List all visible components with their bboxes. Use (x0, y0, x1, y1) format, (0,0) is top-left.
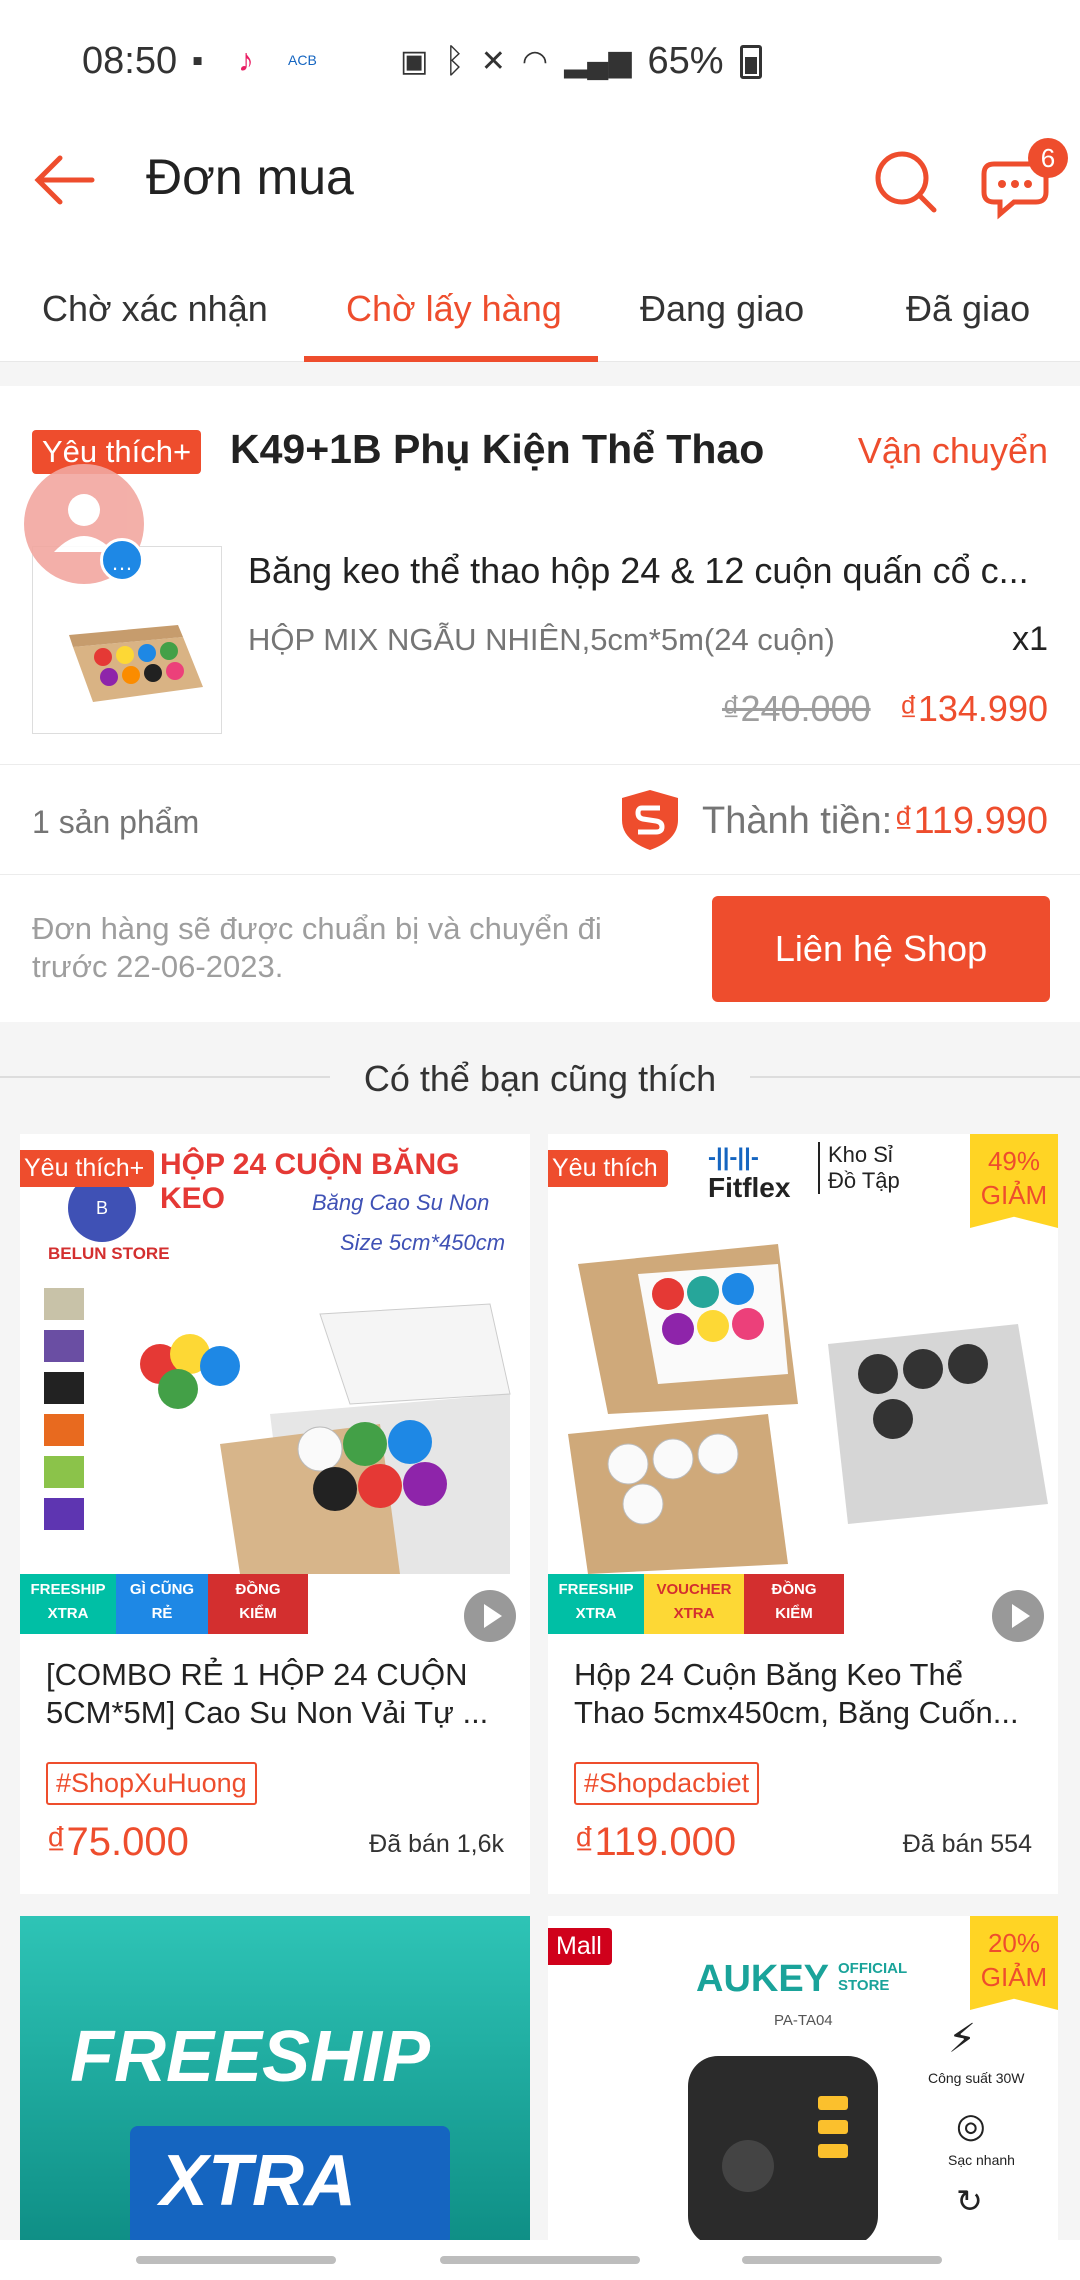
chat-button[interactable]: 6 (980, 138, 1068, 224)
recommend-header: Có thể bạn cũng thích (0, 1040, 1080, 1120)
chat-badge: 6 (1028, 138, 1068, 178)
feature-power: Công suất 30W (928, 2070, 1025, 2086)
battery-percent: 65% (647, 40, 724, 82)
rotate-icon: ↻ (956, 2183, 983, 2219)
image-store: OFFICIAL STORE (838, 1960, 907, 1994)
recommend-title: Có thể bạn cũng thích (363, 1058, 717, 1099)
product-card[interactable]: Mall 20% GIẢM AUKEY OFFICIAL STORE PA-TA… (548, 1916, 1058, 2240)
tab-dang-giao[interactable]: Đang giao (640, 288, 804, 330)
back-arrow-icon[interactable] (30, 150, 100, 210)
product-tag: #Shopdacbiet (574, 1762, 760, 1805)
product-card[interactable]: HỘP 24 CUỘN BĂNG KEO B BELUN STORE Băng … (20, 1134, 530, 1894)
product-tag: #ShopXuHuong (46, 1762, 257, 1805)
feature-fast-charge: Sạc nhanh (948, 2152, 1015, 2168)
product-variant: HỘP MIX NGẪU NHIÊN,5cm*5m(24 cuộn) (248, 622, 835, 657)
promo-strip: FREESHIP XTRA VOUCHER XTRA ĐỒNG KIỂM (548, 1574, 844, 1634)
strip-dong-kiem: ĐỒNG KIỂM (744, 1574, 844, 1634)
image-store: BELUN STORE (48, 1244, 170, 1263)
message-bubble-icon: … (100, 538, 144, 582)
total-label: Thành tiền: (702, 800, 893, 842)
product-old-price: ₫240.000 (722, 688, 871, 729)
sold-count: Đã bán 1,6k (369, 1830, 504, 1858)
image-sub: Kho Sỉ Đồ Tập (818, 1142, 918, 1194)
mute-icon: ✕ (480, 45, 506, 78)
image-sub: Băng Cao Su Non (312, 1190, 490, 1215)
favorite-badge: Yêu thích (548, 1150, 668, 1187)
product-title: Hộp 24 Cuộn Băng Keo Thể Thao 5cmx450cm,… (574, 1657, 1019, 1730)
status-bar: 08:50 ▪ ♪ ACB ▣ ᛒ ✕ ◠ ▂▄▆ 65% (0, 0, 1080, 120)
promo-banner-card[interactable]: FREESHIP XTRA (20, 1916, 530, 2240)
strip-dong-kiem: ĐỒNG KIỂM (208, 1574, 308, 1634)
mall-badge: Mall (548, 1928, 612, 1965)
product-title: [COMBO RẺ 1 HỘP 24 CUỘN 5CM*5M] Cao Su N… (46, 1657, 489, 1730)
item-count: 1 sản phẩm (32, 804, 200, 840)
wifi-icon: ◠ (521, 45, 549, 78)
product-box-illustration (140, 1303, 511, 1574)
power-icon: ⚡ (948, 2017, 977, 2061)
system-nav-bar (0, 2240, 1080, 2280)
image-model: PA-TA04 (774, 2012, 833, 2029)
order-tabs: Chờ xác nhận Chờ lấy hàng Đang giao Đã g… (0, 240, 1080, 362)
brand-logo: -||-||- (708, 1144, 759, 1171)
total-value: ₫119.990 (893, 800, 1048, 842)
shop-name[interactable]: K49+1B Phụ Kiện Thể Thao (230, 426, 764, 473)
acb-icon: ACB (288, 52, 317, 68)
product-price: ₫134.990 (899, 688, 1048, 729)
tiktok-icon: ♪ (238, 42, 254, 78)
product-quantity: x1 (1012, 620, 1048, 658)
active-tab-indicator (304, 356, 598, 362)
order-status: Vận chuyển (857, 430, 1048, 471)
color-swatches (44, 1288, 84, 1548)
product-price: ₫75.000 (46, 1820, 189, 1864)
nav-back-handle[interactable] (136, 2256, 336, 2264)
search-icon[interactable] (870, 146, 940, 216)
product-card[interactable]: -||-||- Fitflex Kho Sỉ Đồ Tập Yêu thích … (548, 1134, 1058, 1894)
product-box-illustration (568, 1244, 1048, 1574)
tab-cho-lay-hang[interactable]: Chờ lấy hàng (346, 288, 562, 330)
app-header: Đơn mua 6 (0, 120, 1080, 240)
order-card[interactable]: Yêu thích+ K49+1B Phụ Kiện Thể Thao Vận … (0, 386, 1080, 1022)
divider (0, 874, 1080, 875)
shield-icon (622, 790, 678, 850)
play-video-icon[interactable] (992, 1590, 1044, 1642)
play-video-icon[interactable] (464, 1590, 516, 1642)
battery-saver-icon: ▣ (400, 45, 429, 78)
order-note: Đơn hàng sẽ được chuẩn bị và chuyển đi t… (32, 911, 602, 984)
tab-da-giao[interactable]: Đã giao (906, 288, 1030, 330)
banner-line1: FREESHIP (70, 2017, 431, 2097)
image-brand: Fitflex (708, 1172, 791, 1203)
tab-cho-xac-nhan[interactable]: Chờ xác nhận (42, 288, 268, 330)
contact-shop-button[interactable]: Liên hệ Shop (712, 896, 1050, 1002)
message-icon: ▪ (192, 42, 204, 78)
bluetooth-icon: ᛒ (444, 42, 465, 80)
product-price: ₫119.000 (574, 1820, 737, 1864)
product-name[interactable]: Băng keo thể thao hộp 24 & 12 cuộn quấn … (248, 550, 1048, 592)
discount-badge: 49% GIẢM (970, 1134, 1058, 1228)
status-time: 08:50 (82, 40, 178, 82)
signal-icon: ▂▄▆ (564, 45, 632, 78)
strip-voucher: VOUCHER XTRA (644, 1574, 744, 1634)
discount-badge: 20% GIẢM (970, 1916, 1058, 2010)
nav-recents-handle[interactable] (742, 2256, 942, 2264)
product-image: HỘP 24 CUỘN BĂNG KEO B BELUN STORE Băng … (20, 1134, 530, 1634)
battery-icon (739, 44, 762, 79)
divider (0, 764, 1080, 765)
fast-charge-icon: ◎ (956, 2107, 986, 2145)
promo-strip: FREESHIP XTRA GÌ CŨNG RẺ ĐỒNG KIỂM (20, 1574, 308, 1634)
strip-gi-cung-re: GÌ CŨNG RẺ (116, 1574, 208, 1634)
image-size: Size 5cm*450cm (340, 1230, 506, 1255)
sold-count: Đã bán 554 (902, 1830, 1032, 1858)
strip-freeship: FREESHIP XTRA (20, 1574, 116, 1634)
favorite-badge: Yêu thích+ (20, 1150, 155, 1187)
nav-home-handle[interactable] (440, 2256, 640, 2264)
adapter-illustration (688, 2056, 878, 2240)
banner-line2: XTRA (160, 2141, 356, 2221)
status-icons: ▣ ᛒ ✕ ◠ ▂▄▆ 65% (400, 40, 762, 83)
image-brand: AUKEY (696, 1958, 830, 2000)
page-title: Đơn mua (146, 149, 354, 205)
strip-freeship: FREESHIP XTRA (548, 1574, 644, 1634)
